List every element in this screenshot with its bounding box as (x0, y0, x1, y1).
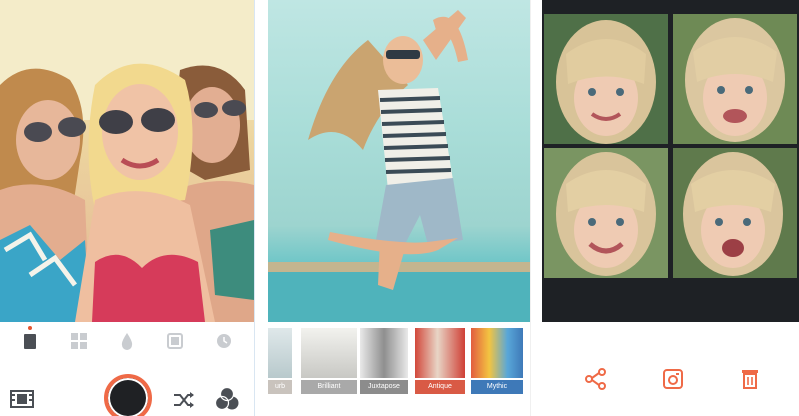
gallery-button[interactable] (10, 390, 34, 413)
drop-icon (121, 333, 133, 350)
filter-thumbnail (471, 328, 523, 378)
delete-icon (742, 370, 758, 389)
instagram-button[interactable] (660, 366, 686, 392)
grid-photo[interactable] (673, 148, 797, 278)
grid-photo[interactable] (544, 148, 668, 278)
camera-preview-illustration (0, 0, 254, 322)
filter-thumbnail (268, 328, 292, 378)
filter-strip: urb Brilliant Juxtapose Antique Mythic (268, 326, 530, 396)
film-strip-icon (10, 390, 34, 408)
filter-label: urb (268, 380, 292, 394)
filter-item[interactable]: Brilliant (301, 328, 357, 394)
mode-drop[interactable] (112, 326, 142, 356)
grid-result-screen (542, 0, 799, 416)
clock-icon (216, 334, 231, 348)
filter-label: Brilliant (301, 380, 357, 394)
selected-indicator (28, 326, 33, 330)
mode-grid[interactable] (64, 326, 94, 356)
color-circles-icon (214, 386, 239, 411)
filter-item[interactable]: urb (268, 328, 292, 394)
filter-item[interactable]: Antique (415, 328, 465, 394)
filter-label: Antique (415, 380, 465, 394)
share-button[interactable] (583, 366, 609, 392)
single-frame-icon (24, 334, 37, 349)
filter-thumbnail (415, 328, 465, 378)
filter-label: Mythic (471, 380, 523, 394)
filter-preview-illustration (268, 10, 530, 322)
delete-button[interactable] (737, 366, 763, 392)
grid-photo[interactable] (544, 14, 668, 144)
divider (530, 0, 531, 416)
girl-portrait-illustration (544, 148, 668, 278)
share-icon (585, 368, 606, 390)
mode-timer[interactable] (209, 326, 239, 356)
girl-portrait-illustration (673, 148, 797, 278)
filter-item[interactable]: Juxtapose (360, 328, 408, 394)
square-frame-icon (167, 333, 184, 349)
camera-preview-photo (0, 0, 254, 322)
grid-photo[interactable] (673, 14, 797, 144)
filter-thumbnail (360, 328, 408, 378)
instagram-icon (663, 369, 683, 389)
mode-single[interactable] (15, 326, 45, 356)
filter-screen: urb Brilliant Juxtapose Antique Mythic (268, 0, 530, 416)
filter-label: Juxtapose (360, 380, 408, 394)
filter-bottom-bar (268, 396, 530, 416)
filter-preview-photo (268, 0, 530, 322)
divider (254, 0, 255, 416)
photo-grid (542, 0, 799, 322)
shuffle-icon (174, 392, 194, 408)
camera-mode-bar (0, 322, 254, 360)
color-button[interactable] (214, 386, 240, 416)
girl-portrait-illustration (544, 14, 668, 144)
filter-item[interactable]: Mythic (471, 328, 523, 394)
girl-portrait-illustration (673, 14, 797, 144)
shuffle-button[interactable] (172, 390, 196, 415)
camera-screen (0, 0, 254, 416)
filter-thumbnail (301, 328, 357, 378)
shutter-button[interactable] (104, 374, 152, 416)
mode-square[interactable] (160, 326, 190, 356)
grid-icon (70, 333, 87, 349)
